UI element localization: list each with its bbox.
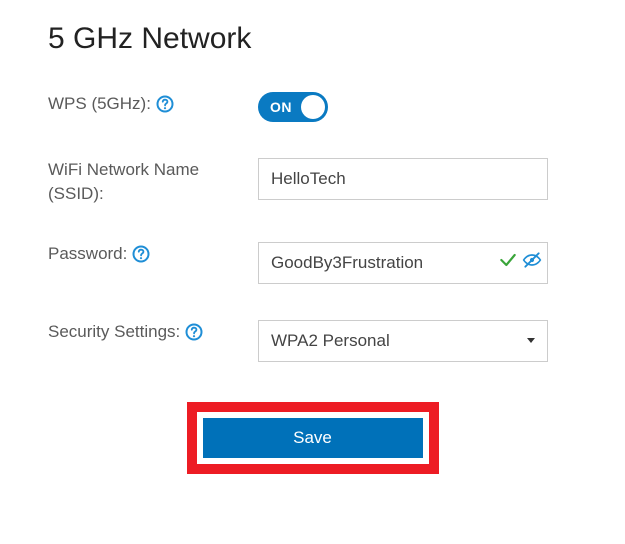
ssid-label: WiFi Network Name (SSID): <box>48 158 258 206</box>
chevron-down-icon <box>527 338 535 343</box>
row-password: Password: <box>48 242 577 284</box>
checkmark-icon <box>498 250 518 275</box>
wps-toggle-knob <box>301 95 325 119</box>
eye-hide-icon[interactable] <box>522 250 542 275</box>
password-input[interactable] <box>271 243 492 283</box>
row-ssid: WiFi Network Name (SSID): <box>48 158 577 206</box>
help-icon[interactable] <box>184 322 204 342</box>
security-value: WPA2 Personal <box>271 331 390 351</box>
wps-label: WPS (5GHz): <box>48 92 258 116</box>
password-field-wrap <box>258 242 548 284</box>
security-label: Security Settings: <box>48 320 258 344</box>
save-highlight-box: Save <box>187 402 439 474</box>
save-button[interactable]: Save <box>203 418 423 458</box>
security-select[interactable]: WPA2 Personal <box>258 320 548 362</box>
help-icon[interactable] <box>131 244 151 264</box>
row-security: Security Settings: WPA2 Personal <box>48 320 577 362</box>
row-wps: WPS (5GHz): ON <box>48 92 577 122</box>
ssid-input[interactable] <box>258 158 548 200</box>
wps-toggle[interactable]: ON <box>258 92 328 122</box>
help-icon[interactable] <box>155 94 175 114</box>
password-label: Password: <box>48 242 258 266</box>
page-title: 5 GHz Network <box>48 22 577 56</box>
save-area: Save <box>48 402 577 474</box>
wps-toggle-state: ON <box>270 99 292 115</box>
